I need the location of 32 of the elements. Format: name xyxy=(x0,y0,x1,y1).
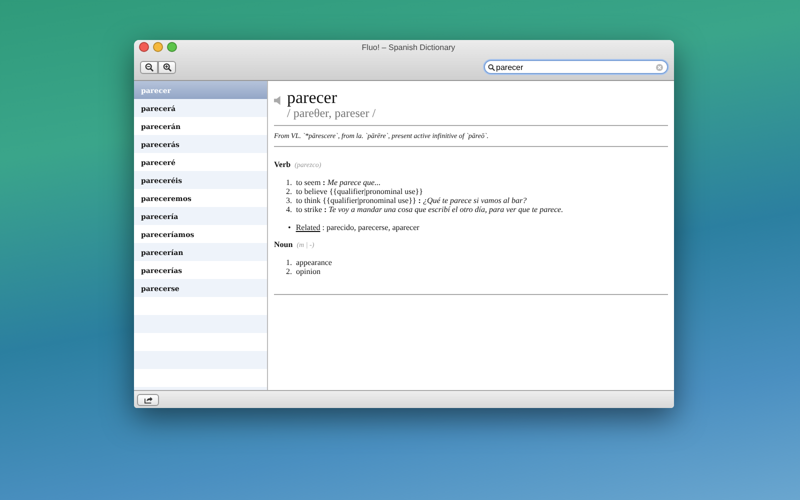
zoom-out-button[interactable] xyxy=(140,60,158,74)
headword: parecer xyxy=(287,89,338,107)
definition: appearance xyxy=(296,258,332,267)
minimize-button[interactable] xyxy=(153,42,163,52)
window-title: Fluo! – Spanish Dictionary xyxy=(360,42,456,52)
close-button[interactable] xyxy=(139,42,149,52)
share-button[interactable] xyxy=(137,394,159,406)
zoom-out-icon xyxy=(144,62,154,72)
search-field[interactable]: parecer xyxy=(484,60,668,74)
part-of-speech: Verb xyxy=(274,160,291,169)
search-icon xyxy=(488,64,495,70)
zoom-button[interactable] xyxy=(167,42,177,52)
sense-number: 2. xyxy=(286,187,292,196)
definition: to think {{qualifier|pronominal use}} : ¿Qué te parece si vamos al bar? xyxy=(296,196,527,205)
share-icon xyxy=(144,396,152,404)
sense-number: 3. xyxy=(286,196,292,205)
definition: opinion xyxy=(296,267,320,276)
sense-number: 2. xyxy=(286,267,292,276)
speaker-icon[interactable] xyxy=(274,96,283,105)
bullet: • xyxy=(288,223,291,232)
part-of-speech: Noun xyxy=(274,240,293,249)
pronunciation: / pareθer, pareser / xyxy=(287,107,376,120)
zoom-in-icon xyxy=(162,62,172,72)
definition: to believe {{qualifier|pronominal use}} xyxy=(296,187,423,196)
sense-number: 4. xyxy=(286,205,292,214)
sense-number: 1. xyxy=(286,178,292,187)
zoom-in-button[interactable] xyxy=(158,60,176,74)
definition: to seem : Me parece que... xyxy=(296,178,381,187)
related-link[interactable]: Related xyxy=(296,223,320,232)
definition: to strike : Te voy a mandar una cosa que escribí el otro día, para ver que te parece. xyxy=(296,205,564,214)
related-words: Related : parecido, parecerse, aparecer xyxy=(296,223,420,232)
sense-number: 1. xyxy=(286,258,292,267)
